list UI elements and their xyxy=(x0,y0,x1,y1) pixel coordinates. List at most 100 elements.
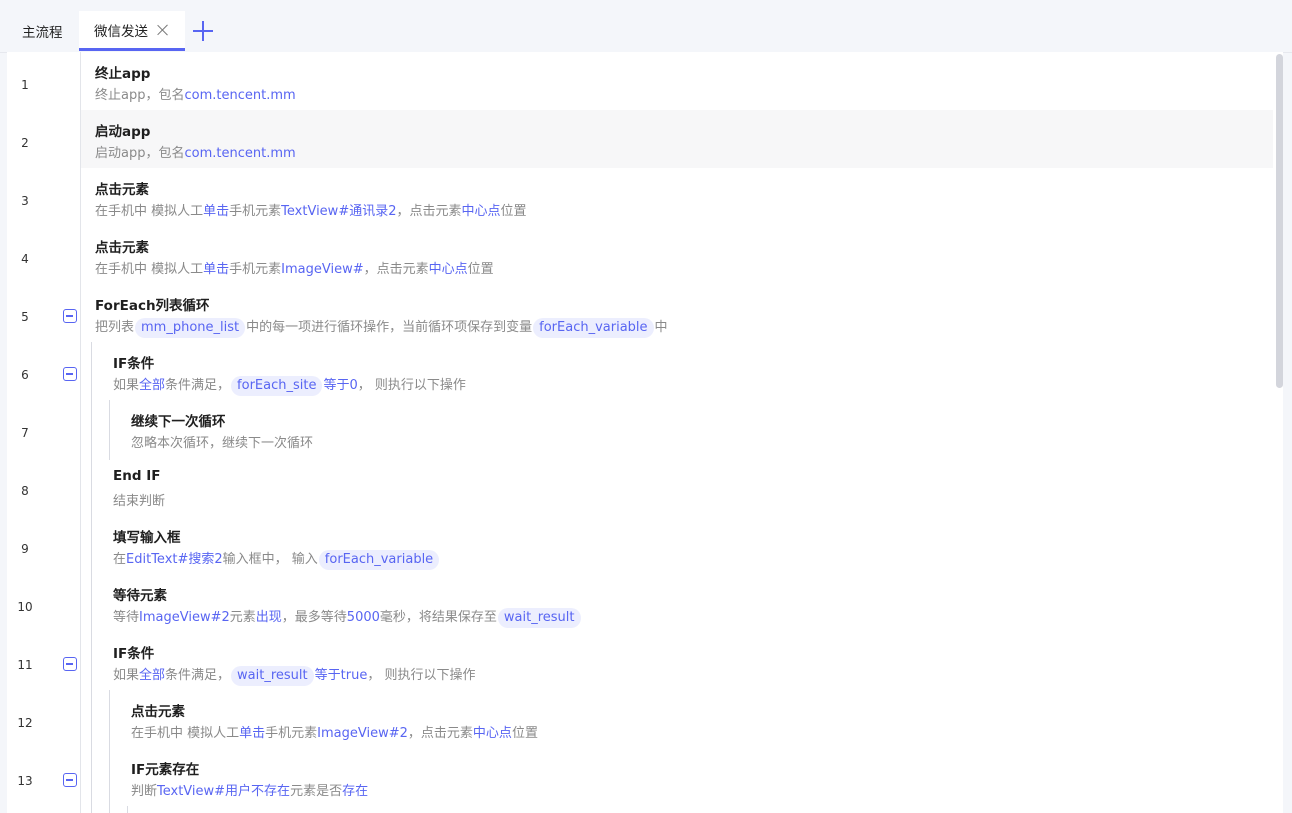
tab-main-flow[interactable]: 主流程 xyxy=(22,12,63,50)
step-title: IF条件 xyxy=(113,646,155,662)
line-number: 2 xyxy=(21,136,29,150)
param-value[interactable]: 单击 xyxy=(239,726,265,741)
line-number: 10 xyxy=(17,600,33,614)
tab-wechat-send-label: 微信发送 xyxy=(94,23,148,40)
desc-text: 位置 xyxy=(511,726,538,741)
variable-chip[interactable]: forEach_variable xyxy=(318,550,440,570)
close-icon[interactable] xyxy=(157,24,169,36)
desc-text: 等待 xyxy=(113,610,140,625)
step-content[interactable]: 点击元素 在手机中 模拟人工单击手机元素ImageView#2，点击元素中心点位置 xyxy=(81,690,1273,748)
step-content[interactable]: 终止app 终止app，包名com.tencent.mm xyxy=(81,52,1273,110)
collapse-minus-icon[interactable] xyxy=(63,309,77,323)
desc-text: 条件满足， xyxy=(165,668,231,683)
param-value[interactable]: 中心点 xyxy=(473,726,512,741)
param-value[interactable]: ImageView#2 xyxy=(139,610,230,625)
step-content[interactable]: 启动app 启动app，包名com.tencent.mm xyxy=(81,110,1273,168)
step-content[interactable]: 继续下一次循环 忽略本次循环，继续下一次循环 xyxy=(81,400,1273,458)
param-value[interactable]: 全部 xyxy=(139,378,165,393)
flow-step-row[interactable]: 13 IF元素存在 判断TextView#用户不存在元素是否存在 xyxy=(7,748,1273,806)
desc-text: 结束判断 xyxy=(113,494,166,509)
variable-chip[interactable]: forEach_variable xyxy=(533,318,654,338)
param-value[interactable]: 单击 xyxy=(203,262,229,277)
flow-step-row[interactable]: 5 ForEach列表循环 把列表 mm_phone_list 中的每一项进行循环操作，… xyxy=(7,284,1273,342)
desc-text: 如果 xyxy=(113,378,140,393)
variable-chip[interactable]: forEach_site xyxy=(231,376,323,396)
step-content[interactable]: ForEach列表循环 把列表 mm_phone_list 中的每一项进行循环操作，当… xyxy=(81,284,1273,342)
step-description: 把列表 mm_phone_list 中的每一项进行循环操作，当前循环项保存到变量 fo… xyxy=(95,316,668,338)
param-value[interactable]: 中心点 xyxy=(462,204,501,219)
desc-text: 判断 xyxy=(131,784,158,799)
desc-text: 元素 xyxy=(229,610,256,625)
flow-step-row[interactable]: 10 等待元素 等待ImageView#2元素出现，最多等待5000毫秒，将结果保存… xyxy=(7,574,1273,632)
desc-text: 在 xyxy=(113,552,127,567)
desc-text: ， 则执行以下操作 xyxy=(367,668,476,683)
variable-chip[interactable]: wait_result xyxy=(231,666,314,686)
desc-text: 启动app，包名 xyxy=(95,146,185,161)
param-value[interactable]: com.tencent.mm xyxy=(184,88,295,103)
flow-step-row[interactable]: 9 填写输入框在EditText#搜索2输入框中， 输入 forEach_varia… xyxy=(7,516,1273,574)
param-value[interactable]: 中心点 xyxy=(429,262,468,277)
desc-text: 位置 xyxy=(467,262,494,277)
param-value[interactable]: 等于 xyxy=(323,378,349,393)
desc-text: 在手机中 模拟人工 xyxy=(95,204,204,219)
desc-text: 元素是否 xyxy=(290,784,343,799)
desc-text: 位置 xyxy=(500,204,527,219)
variable-chip[interactable]: mm_phone_list xyxy=(135,318,246,338)
step-title: 填写输入框 xyxy=(113,530,181,546)
step-content[interactable]: 填写输入框在EditText#搜索2输入框中， 输入 forEach_variab… xyxy=(81,516,1273,574)
collapse-minus-icon[interactable] xyxy=(63,773,77,787)
step-description: 如果全部条件满足， wait_result 等于true， 则执行以下操作 xyxy=(113,664,475,686)
param-value[interactable]: EditText#搜索2 xyxy=(126,552,223,567)
step-content[interactable]: IF元素存在 判断TextView#用户不存在元素是否存在 xyxy=(81,748,1273,806)
line-number: 9 xyxy=(21,542,29,556)
param-value[interactable]: com.tencent.mm xyxy=(184,146,295,161)
param-value[interactable]: 存在 xyxy=(342,784,368,799)
plus-icon[interactable] xyxy=(193,21,213,41)
step-content[interactable]: 等待元素 等待ImageView#2元素出现，最多等待5000毫秒，将结果保存至 w… xyxy=(81,574,1273,632)
step-content[interactable]: IF条件如果全部条件满足， wait_result 等于true， 则执行以下操作 xyxy=(81,632,1273,690)
flow-step-row[interactable]: 12 点击元素 在手机中 模拟人工单击手机元素ImageView#2，点击元素中心点… xyxy=(7,690,1273,748)
flow-step-row[interactable]: 8 End IF 结束判断 xyxy=(7,458,1273,516)
collapse-minus-icon[interactable] xyxy=(63,657,77,671)
line-number: 12 xyxy=(17,716,33,730)
param-value[interactable]: ImageView# xyxy=(281,262,363,277)
scrollbar-thumb[interactable] xyxy=(1276,54,1283,388)
flow-step-row[interactable]: 4 点击元素 在手机中 模拟人工单击手机元素ImageView#，点击元素中心点位置 xyxy=(7,226,1273,284)
step-description: 终止app，包名com.tencent.mm xyxy=(95,84,296,103)
param-value[interactable]: ImageView#2 xyxy=(317,726,408,741)
step-content[interactable]: 点击元素 在手机中 模拟人工单击手机元素ImageView#，点击元素中心点位置 xyxy=(81,226,1273,284)
step-content[interactable]: End IF 结束判断 xyxy=(81,458,1273,516)
step-description: 在EditText#搜索2输入框中， 输入 forEach_variable xyxy=(113,548,440,570)
nesting-guide-line xyxy=(109,690,110,813)
vertical-scrollbar[interactable] xyxy=(1275,52,1283,813)
param-value[interactable]: 5000 xyxy=(347,610,380,625)
nesting-guide-line xyxy=(109,400,110,460)
variable-chip[interactable]: wait_result xyxy=(497,608,581,628)
flow-step-row[interactable]: 11 IF条件 如果全部条件满足， wait_result 等于true， 则执行以下操… xyxy=(7,632,1273,690)
flow-step-row[interactable]: 6 IF条件 如果全部条件满足， forEach_site 等于0， 则执行以下操作 xyxy=(7,342,1273,400)
desc-text: 在手机中 模拟人工 xyxy=(95,262,204,277)
tab-bar: 主流程 微信发送 xyxy=(0,0,1292,53)
param-value[interactable]: TextView#用户不存在 xyxy=(157,784,290,799)
tab-wechat-send[interactable]: 微信发送 xyxy=(79,11,185,51)
param-value[interactable]: 0 xyxy=(349,378,357,393)
flow-step-row[interactable]: 3 点击元素 在手机中 模拟人工单击手机元素TextView#通讯录2，点击元素中心… xyxy=(7,168,1273,226)
desc-text: 毫秒，将结果保存至 xyxy=(379,610,497,625)
flow-step-row[interactable]: 1 终止app 终止app，包名com.tencent.mm xyxy=(7,52,1273,110)
param-value[interactable]: 出现 xyxy=(256,610,282,625)
param-value[interactable]: TextView#通讯录2 xyxy=(281,204,396,219)
param-value[interactable]: true xyxy=(341,668,368,683)
collapse-minus-icon[interactable] xyxy=(63,367,77,381)
param-value[interactable]: 全部 xyxy=(139,668,165,683)
step-content[interactable]: IF条件 如果全部条件满足， forEach_site 等于0， 则执行以下操作 xyxy=(81,342,1273,400)
param-value[interactable]: 单击 xyxy=(203,204,229,219)
desc-text: 把列表 xyxy=(95,320,135,335)
flow-step-row[interactable]: 7 继续下一次循环 忽略本次循环，继续下一次循环 xyxy=(7,400,1273,458)
step-content[interactable]: 点击元素 在手机中 模拟人工单击手机元素TextView#通讯录2，点击元素中心点… xyxy=(81,168,1273,226)
step-title: 启动app xyxy=(95,124,151,140)
param-value[interactable]: 等于 xyxy=(315,668,341,683)
step-description: 在手机中 模拟人工单击手机元素ImageView#2，点击元素中心点位置 xyxy=(131,722,538,741)
step-title: End IF xyxy=(113,468,161,484)
step-title: 终止app xyxy=(95,66,151,82)
flow-step-row[interactable]: 2 启动app 启动app，包名com.tencent.mm xyxy=(7,110,1273,168)
